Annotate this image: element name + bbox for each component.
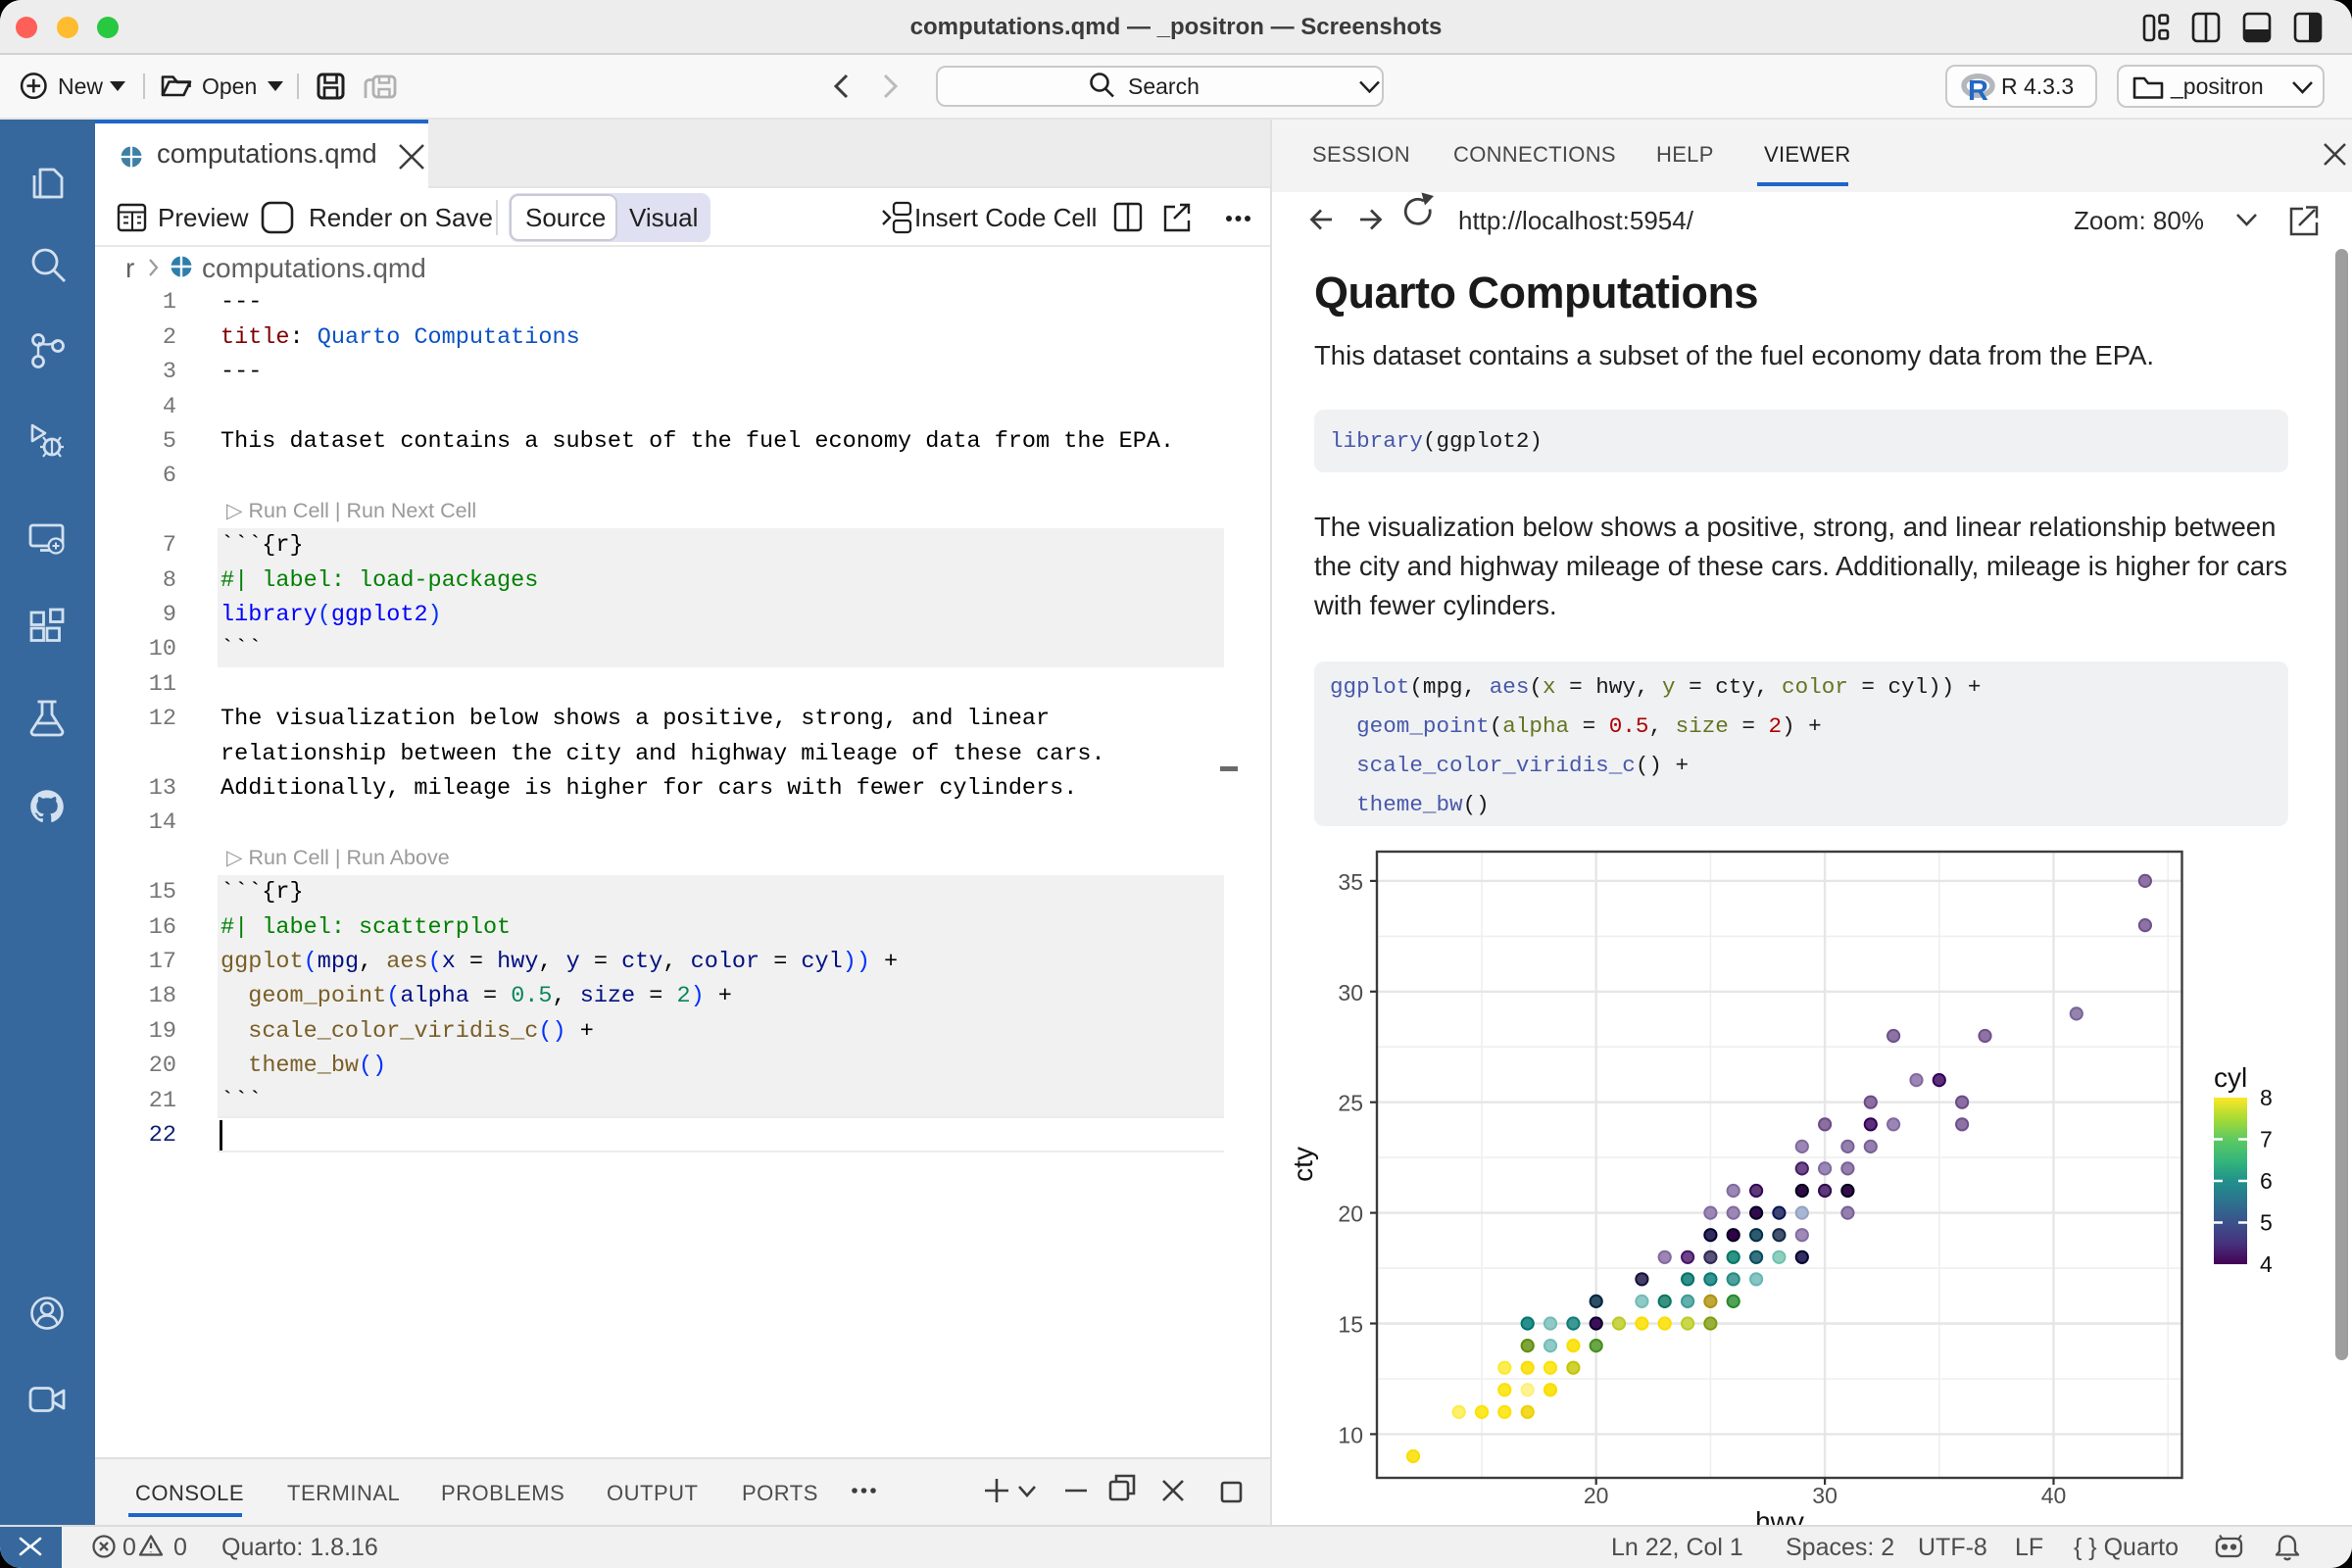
svg-text:35: 35 [1338,869,1363,895]
svg-text:15: 15 [1338,1312,1363,1338]
svg-text:20: 20 [1338,1201,1363,1227]
svg-text:10: 10 [1338,1422,1363,1447]
svg-text:4: 4 [2260,1251,2273,1277]
svg-text:7: 7 [2260,1127,2273,1152]
svg-text:hwy: hwy [1755,1506,1804,1525]
svg-text:30: 30 [1338,980,1363,1005]
svg-text:30: 30 [1812,1483,1838,1508]
svg-text:20: 20 [1584,1483,1609,1508]
svg-text:6: 6 [2260,1168,2273,1194]
svg-text:5: 5 [2260,1210,2273,1236]
svg-text:8: 8 [2260,1085,2273,1110]
svg-text:cty: cty [1288,1147,1318,1182]
svg-text:40: 40 [2041,1483,2067,1508]
svg-text:cyl: cyl [2214,1062,2247,1093]
svg-text:25: 25 [1338,1091,1363,1116]
